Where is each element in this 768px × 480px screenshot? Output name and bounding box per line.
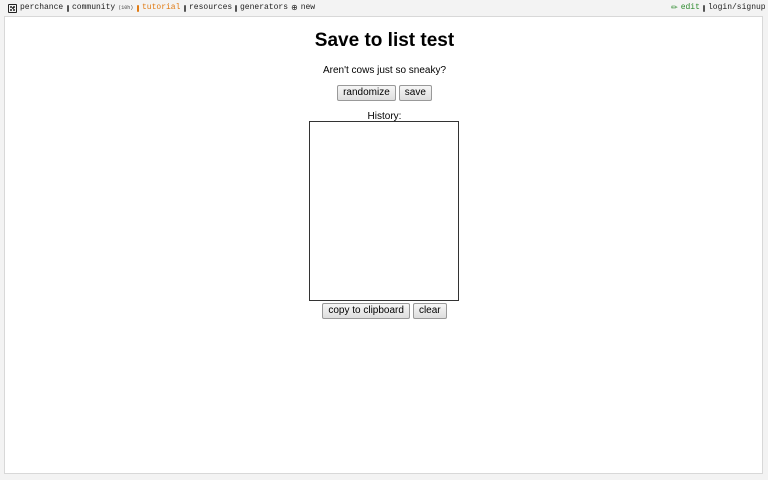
history-textarea[interactable] (309, 121, 459, 301)
nav-community-link[interactable]: community (10h) (67, 2, 133, 14)
save-button[interactable]: save (398, 85, 432, 101)
history-button-row: copy to clipboard clear (5, 303, 764, 319)
nav-edit-link[interactable]: ✏ edit (671, 2, 700, 14)
nav-community-label: community (72, 3, 116, 12)
nav-resources-label: resources (189, 3, 233, 12)
copy-to-clipboard-button[interactable]: copy to clipboard (322, 303, 410, 319)
nav-login-label: login/signup (708, 3, 766, 12)
generator-output: Aren't cows just so sneaky? (322, 65, 447, 76)
nav-new-label: new (300, 3, 316, 12)
generator-frame: Save to list test Aren't cows just so sn… (4, 16, 763, 474)
nav-tutorial-label: tutorial (142, 3, 181, 12)
clear-button[interactable]: clear (412, 303, 447, 319)
nav-generators-label: generators (240, 3, 289, 12)
generators-icon (235, 4, 237, 12)
top-nav-bar: perchance community (10h) tutorial resou… (0, 0, 768, 16)
nav-generators-link[interactable]: generators (235, 2, 288, 14)
dice-icon (8, 3, 17, 13)
plus-circle-icon: ⊕ (291, 3, 298, 12)
nav-edit-label: edit (680, 3, 700, 12)
nav-login-link[interactable]: login/signup (703, 2, 766, 14)
nav-brand-label: perchance (20, 3, 64, 12)
book-icon (137, 4, 139, 12)
user-icon (703, 4, 705, 12)
nav-resources-link[interactable]: resources (184, 2, 232, 14)
nav-tutorial-link[interactable]: tutorial (137, 2, 180, 14)
nav-new-link[interactable]: ⊕ new (291, 2, 315, 14)
page-title: Save to list test (314, 30, 455, 51)
nav-brand-link[interactable]: perchance (8, 2, 63, 14)
pencil-icon: ✏ (671, 3, 678, 12)
randomize-button[interactable]: randomize (337, 85, 396, 101)
nav-community-count: (10h) (118, 5, 134, 11)
chat-icon (67, 4, 69, 12)
action-button-row: randomize save (5, 85, 764, 101)
resources-icon (184, 4, 186, 12)
